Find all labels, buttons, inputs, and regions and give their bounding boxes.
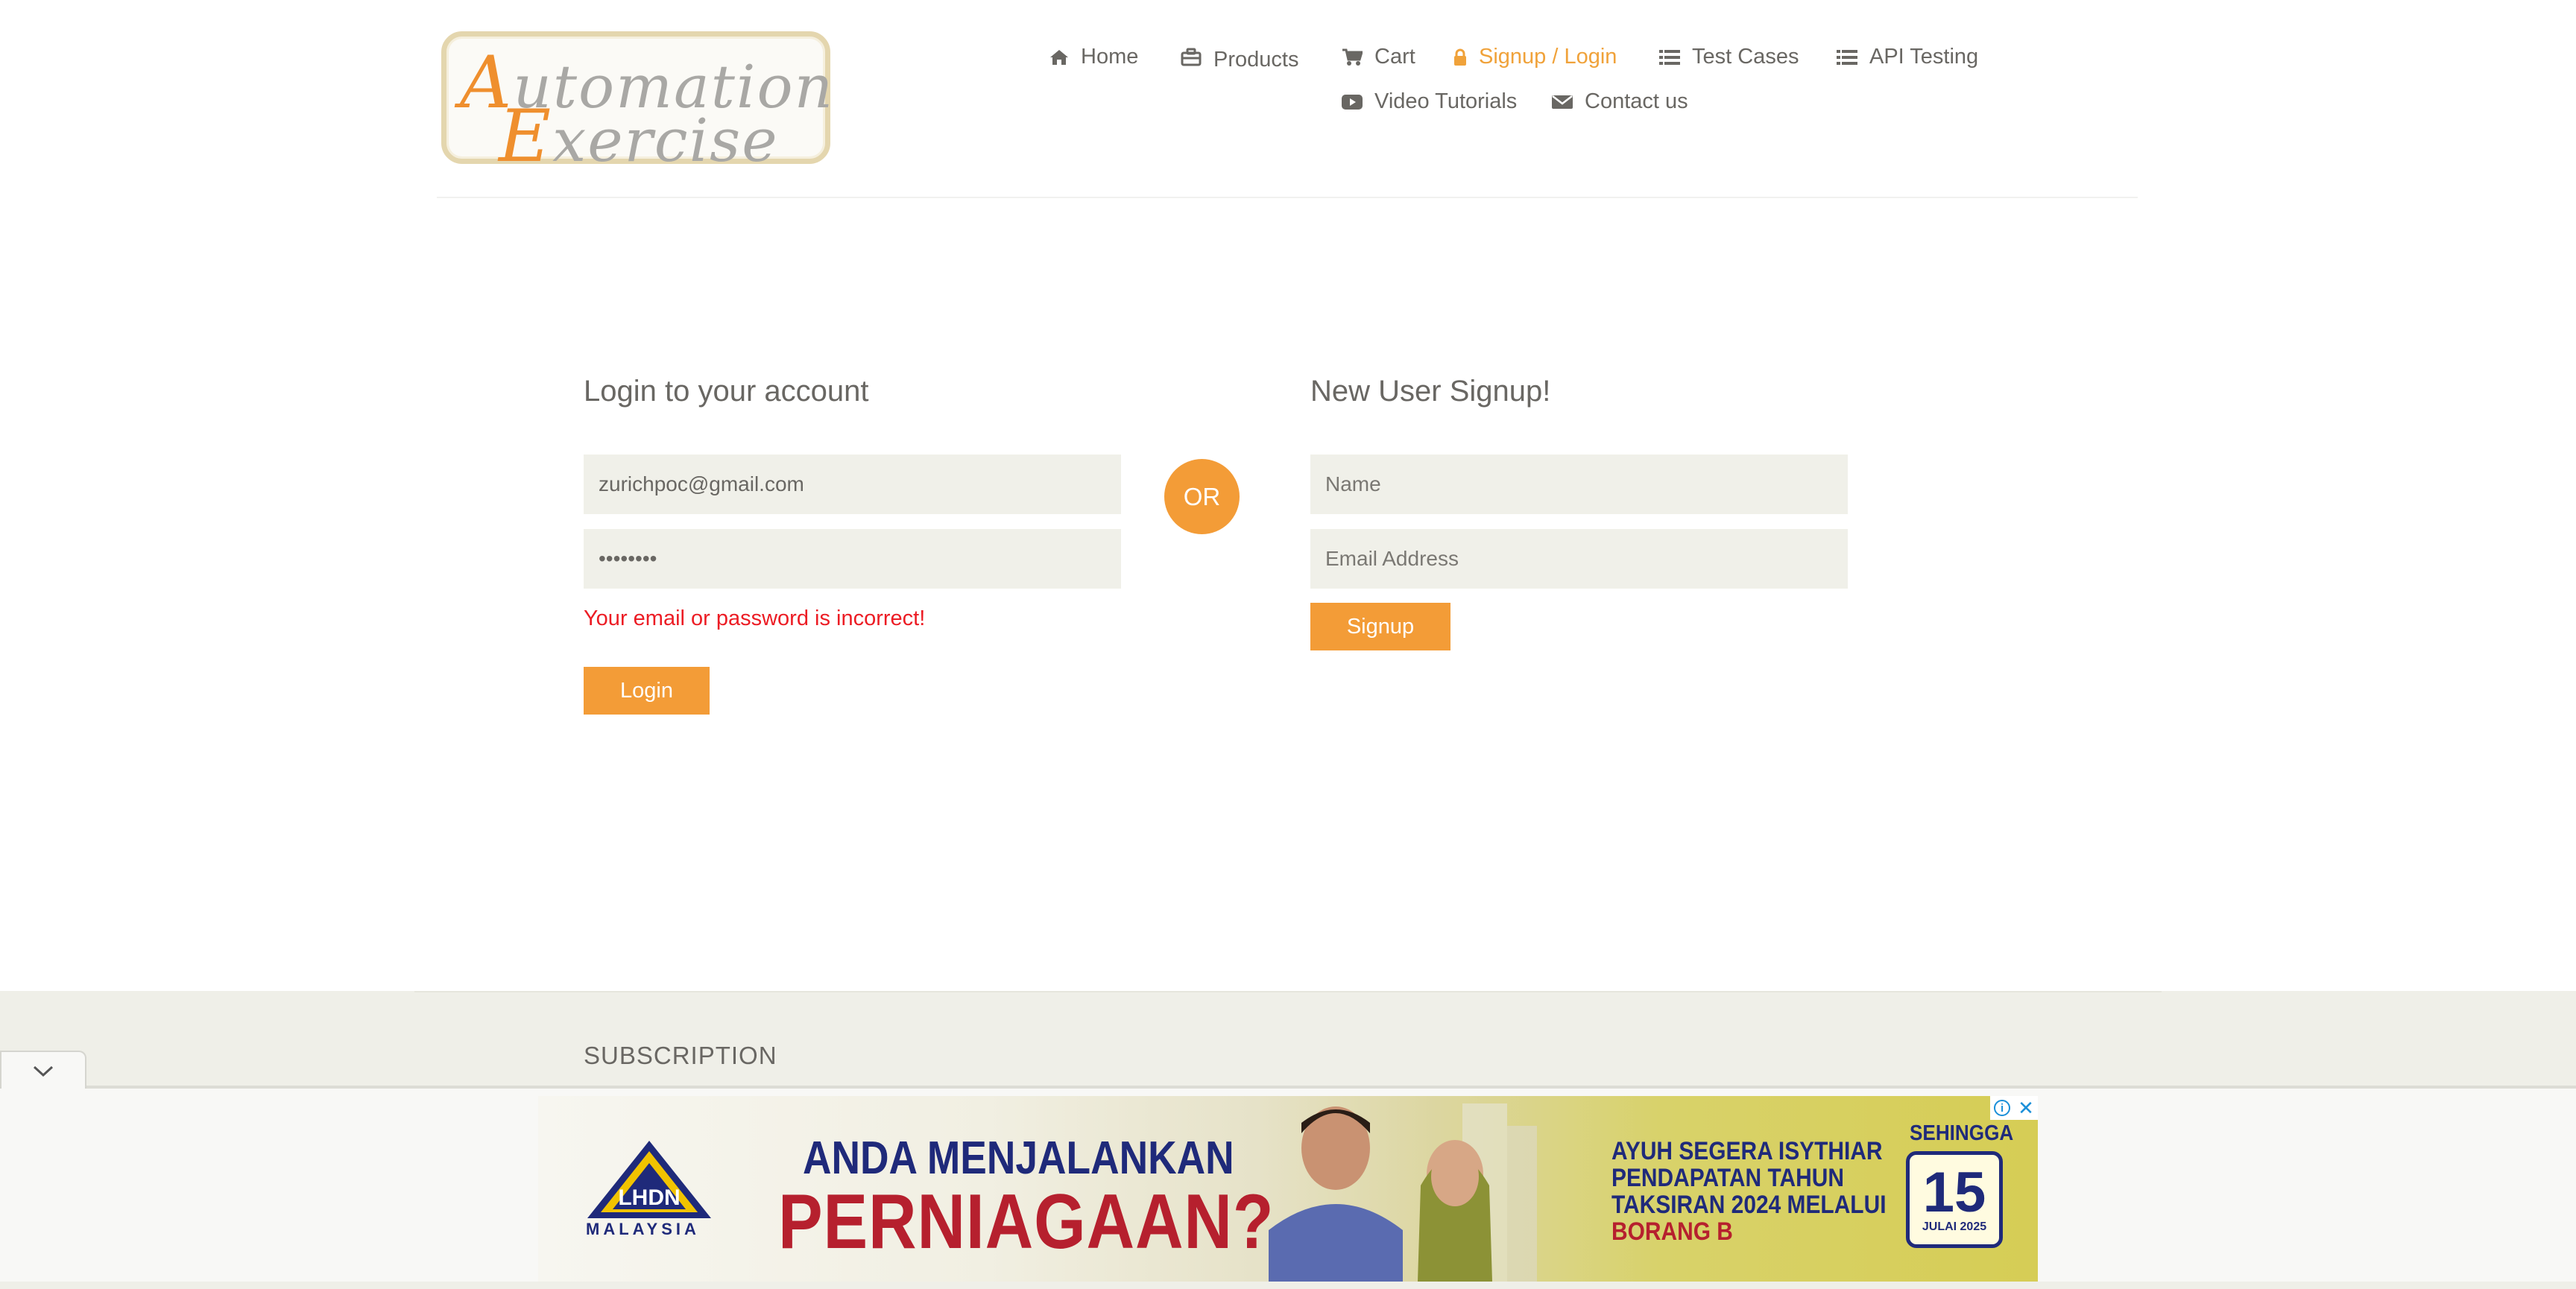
nav-signup-login-label: Signup / Login	[1479, 45, 1617, 69]
nav-cart[interactable]: Cart	[1342, 45, 1415, 69]
nav-api-testing-label: API Testing	[1869, 45, 1979, 69]
or-divider-badge: OR	[1164, 459, 1240, 534]
lhdn-logo-icon: LHDN	[587, 1141, 711, 1218]
nav-contact-us-label: Contact us	[1585, 89, 1688, 113]
briefcase-icon	[1181, 48, 1202, 66]
youtube-icon	[1342, 94, 1363, 110]
nav-video-tutorials[interactable]: Video Tutorials	[1342, 89, 1517, 114]
footer-divider	[414, 991, 2162, 992]
ad-logo-caption: MALAYSIA	[586, 1220, 700, 1238]
nav-home-label: Home	[1081, 45, 1139, 69]
login-form-title: Login to your account	[584, 375, 869, 408]
login-email-input[interactable]	[584, 455, 1121, 514]
nav-video-tutorials-label: Video Tutorials	[1374, 89, 1518, 113]
advertisement-banner[interactable]: LHDN MALAYSIA ANDA MENJALANKAN PERNIAGAA…	[538, 1096, 2038, 1282]
ad-right-line1: AYUH SEGERA ISYTHIAR	[1611, 1137, 1883, 1165]
login-error-message: Your email or password is incorrect!	[584, 607, 926, 630]
ad-controls: i ✕	[1990, 1096, 2038, 1120]
signup-form-title: New User Signup!	[1310, 375, 1551, 408]
nav-products-label: Products	[1213, 48, 1299, 72]
chevron-down-icon	[33, 1065, 54, 1077]
ad-people-image	[1269, 1103, 1537, 1282]
ad-date-day: 15	[1922, 1161, 1986, 1224]
nav-api-testing[interactable]: API Testing	[1837, 45, 1978, 69]
ad-close-icon[interactable]: ✕	[2018, 1098, 2034, 1118]
signup-name-input[interactable]	[1310, 455, 1848, 514]
ad-until-label: SEHINGGA	[1910, 1121, 2014, 1145]
list-icon	[1659, 49, 1680, 65]
nav-test-cases-label: Test Cases	[1692, 45, 1799, 69]
logo-line2-rest: xercise	[552, 106, 779, 175]
ad-date-month: JULAI 2025	[1922, 1220, 1987, 1233]
login-password-input[interactable]	[584, 529, 1121, 589]
nav-products[interactable]: Products	[1181, 45, 1299, 72]
home-icon	[1050, 49, 1068, 65]
signup-button[interactable]: Signup	[1310, 603, 1450, 650]
list-icon	[1837, 49, 1857, 65]
nav-signup-login[interactable]: Signup / Login	[1453, 45, 1617, 69]
ad-right-text: AYUH SEGERA ISYTHIAR PENDAPATAN TAHUN TA…	[1611, 1138, 1887, 1245]
signup-email-input[interactable]	[1310, 529, 1848, 589]
envelope-icon	[1552, 95, 1573, 109]
site-logo[interactable]: Automation Exercise	[441, 31, 833, 178]
nav-contact-us[interactable]: Contact us	[1552, 89, 1688, 114]
ad-right-line3: TAKSIRAN 2024 MELALUI	[1611, 1191, 1887, 1219]
lhdn-logo-abbr: LHDN	[618, 1185, 680, 1210]
login-button[interactable]: Login	[584, 667, 710, 715]
subscription-title: SUBSCRIPTION	[584, 1042, 777, 1069]
ad-deadline-badge: 15 JULAI 2025	[1906, 1151, 2003, 1248]
lock-icon	[1454, 48, 1466, 66]
nav-test-cases[interactable]: Test Cases	[1659, 45, 1799, 69]
ad-headline-1: ANDA MENJALANKAN	[803, 1133, 1234, 1184]
logo-line2: Exercise	[499, 95, 779, 178]
ad-info-icon[interactable]: i	[1994, 1100, 2011, 1116]
nav-cart-label: Cart	[1374, 45, 1415, 69]
nav-home[interactable]: Home	[1049, 45, 1138, 69]
cart-icon	[1342, 48, 1363, 66]
ad-headline-2: PERNIAGAAN?	[778, 1179, 1275, 1265]
header-divider	[437, 197, 2138, 198]
ad-right-line4: BORANG B	[1611, 1217, 1733, 1246]
ad-right-line2: PENDAPATAN TAHUN	[1611, 1164, 1844, 1192]
collapse-ad-toggle[interactable]	[0, 1051, 86, 1091]
